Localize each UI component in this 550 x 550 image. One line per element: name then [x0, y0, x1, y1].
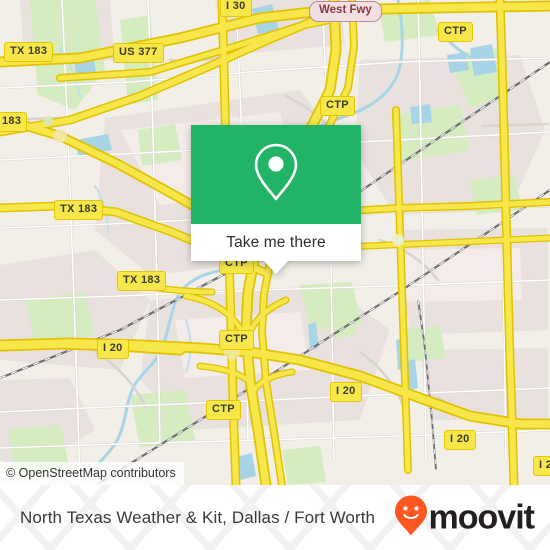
take-me-there-label: Take me there	[226, 233, 326, 251]
moovit-logo[interactable]: moovit	[394, 494, 535, 541]
card-pin-area	[191, 125, 361, 224]
shield-ctp-2: CTP	[320, 96, 355, 116]
card-footer[interactable]: Take me there	[191, 224, 361, 274]
shield-tx183-1: TX 183	[4, 42, 54, 62]
take-me-there-card[interactable]: Take me there	[191, 125, 361, 274]
osm-attribution: © OpenStreetMap contributors	[0, 461, 184, 485]
shield-i2-edge: I 2	[533, 456, 550, 476]
place-caption: North Texas Weather & Kit, Dallas / Fort…	[20, 507, 376, 527]
shield-i20-2: I 20	[330, 382, 362, 402]
card-pointer-tip	[264, 261, 288, 274]
shield-i30: I 30	[220, 0, 252, 17]
shield-tx183-2: TX 183	[54, 200, 104, 220]
shield-ctp-4: CTP	[219, 330, 254, 350]
shield-183-left: 183	[0, 112, 28, 132]
moovit-pin-smiley-icon	[394, 494, 428, 541]
shield-tx183-3: TX 183	[117, 271, 167, 291]
shield-ctp-5: CTP	[206, 400, 241, 420]
shield-i20-1: I 20	[97, 339, 129, 359]
footer-bar: North Texas Weather & Kit, Dallas / Fort…	[0, 485, 550, 550]
map-screenshot: I 30 West Fwy CTP TX 183 US 377 CTP 183 TX 183 T…	[0, 0, 550, 550]
map-pin-icon	[250, 141, 302, 208]
moovit-wordmark: moovit	[428, 498, 535, 537]
shield-i20-3: I 20	[444, 430, 476, 450]
shield-west-fwy: West Fwy	[309, 1, 382, 22]
shield-ctp-1: CTP	[438, 22, 473, 42]
shield-us377: US 377	[113, 43, 164, 63]
